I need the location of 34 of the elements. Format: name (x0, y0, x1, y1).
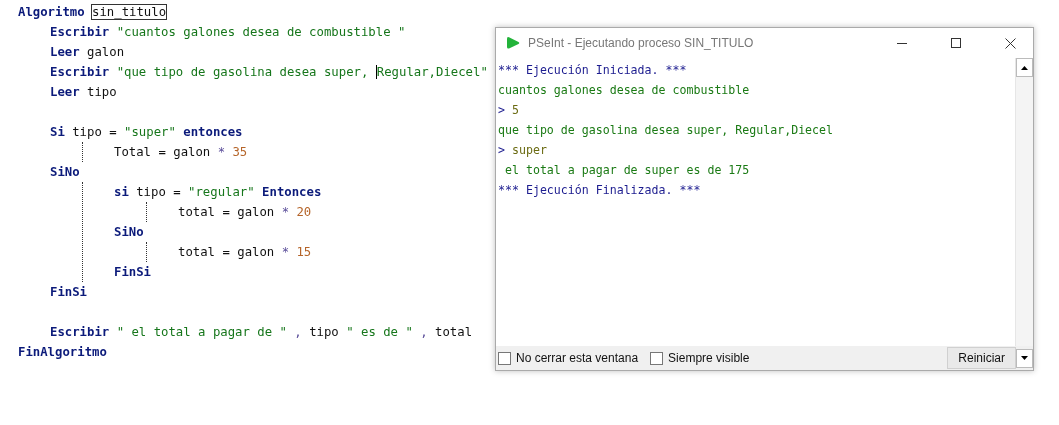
app-icon (506, 36, 520, 50)
code-line: FinSi (114, 264, 152, 281)
code-line: Si tipo = "super" entonces (50, 124, 243, 141)
code-line: Escribir "cuantos galones desea de combustible " (50, 24, 406, 41)
console-line: el total a pagar de super es de 175 (503, 162, 751, 179)
code-line: Escribir " el total a pagar de " , tipo " es de " , total (50, 324, 473, 341)
code-line: FinAlgoritmo (18, 344, 107, 361)
code-line: Leer galon (50, 44, 125, 61)
scroll-up-icon[interactable] (1016, 58, 1033, 77)
code-line: SiNo (114, 224, 144, 241)
code-line: Escribir "que tipo de gasolina desea super, Regular,Diecel" (50, 64, 488, 81)
maximize-icon[interactable] (951, 38, 961, 48)
option-checkbox[interactable]: Siempre visible (650, 351, 750, 365)
minimize-icon[interactable] (897, 42, 907, 44)
option-checkbox[interactable]: No cerrar esta ventana (498, 351, 639, 365)
code-line: Algoritmo sin_titulo (18, 4, 167, 21)
close-icon[interactable] (1004, 37, 1016, 49)
code-line: FinSi (50, 284, 88, 301)
reset-button[interactable]: Reiniciar (947, 347, 1016, 369)
console-line: que tipo de gasolina desea super, Regular,Diecel (498, 122, 835, 139)
code-line: total = galon * 15 (178, 244, 312, 261)
scrollbar[interactable] (1015, 58, 1033, 346)
code-line: SiNo (50, 164, 80, 181)
code-line: Leer tipo (50, 84, 117, 101)
code-line: Total = galon * 35 (114, 144, 248, 161)
console-line: *** Ejecución Finalizada. *** (498, 182, 702, 199)
console-input-line: > 5 (498, 102, 520, 119)
console-line: cuantos galones desea de combustible (498, 82, 751, 99)
code-line: total = galon * 20 (178, 204, 312, 221)
code-line: si tipo = "regular" Entonces (114, 184, 322, 201)
console-input-line: > super (498, 142, 548, 159)
window-title: PSeInt - Ejecutando proceso SIN_TITULO (528, 36, 755, 50)
scroll-down-icon[interactable] (1016, 348, 1033, 368)
console-line: *** Ejecución Iniciada. *** (498, 62, 688, 79)
